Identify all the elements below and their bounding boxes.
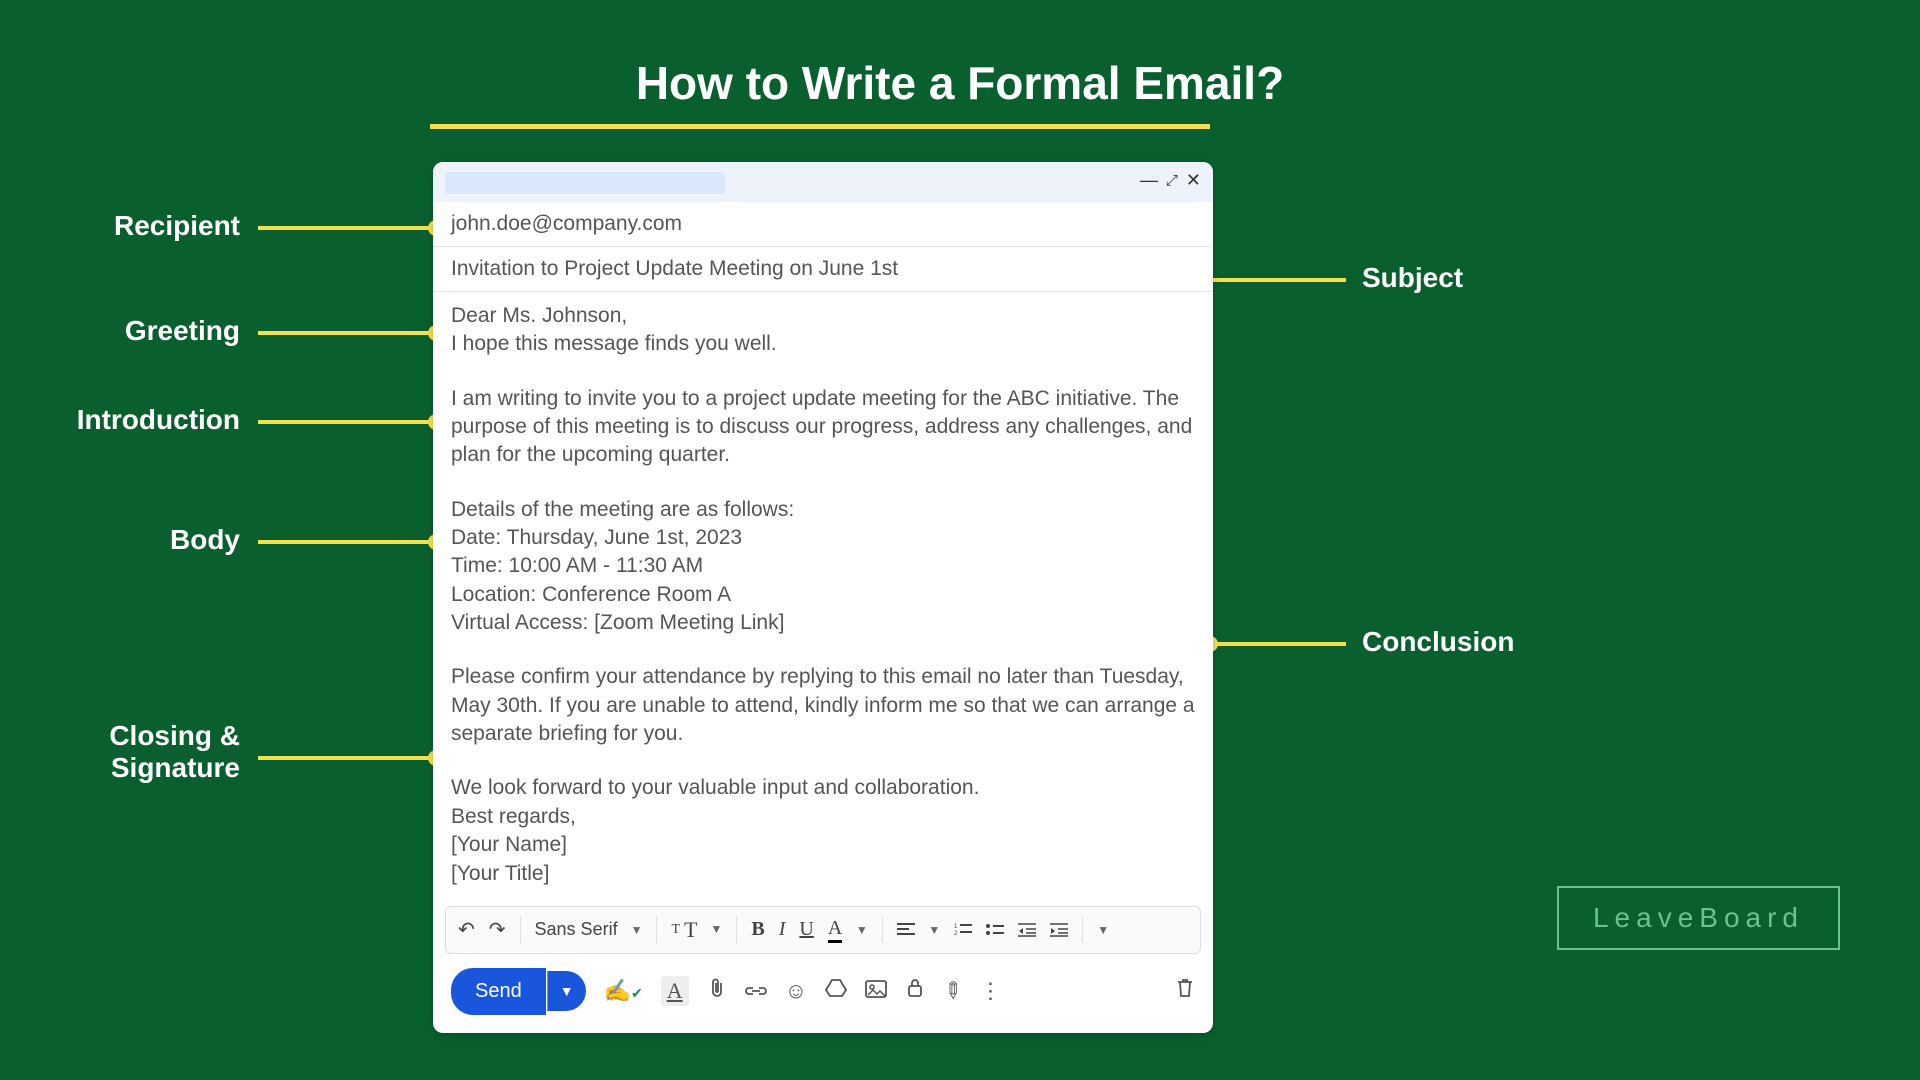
attach-icon[interactable] [707, 977, 727, 1005]
title-underline [430, 124, 1210, 129]
signature-icon[interactable]: ✎ [943, 978, 961, 1004]
closing-line: [Your Title] [451, 860, 1195, 888]
confidential-icon[interactable] [905, 977, 925, 1005]
label-conclusion: Conclusion [1362, 626, 1514, 658]
text-format-icon[interactable]: A [661, 976, 689, 1006]
svg-text:1: 1 [954, 924, 958, 930]
numbered-list-icon[interactable]: 12 [954, 923, 972, 937]
connector [258, 756, 434, 760]
send-button[interactable]: Send [451, 968, 546, 1015]
body-line: Time: 10:00 AM - 11:30 AM [451, 552, 1195, 580]
intro-paragraph: I am writing to invite you to a project … [451, 385, 1195, 470]
closing-line: [Your Name] [451, 831, 1195, 859]
email-body[interactable]: Dear Ms. Johnson, I hope this message fi… [433, 292, 1213, 902]
close-icon[interactable]: ✕ [1186, 170, 1201, 191]
indent-decrease-icon[interactable] [1018, 923, 1036, 937]
page-title: How to Write a Formal Email? [636, 56, 1284, 110]
image-icon[interactable] [865, 978, 887, 1004]
label-subject: Subject [1362, 262, 1463, 294]
compose-header: — ⤢ ✕ [433, 162, 1213, 202]
more-formatting-icon[interactable]: ▼ [1097, 923, 1109, 937]
compose-title-placeholder [445, 172, 725, 194]
label-body: Body [0, 524, 240, 556]
compose-actions: Send ▼ ✍✔ A ☺ ✎ ⋮ [433, 954, 1213, 1033]
link-icon[interactable] [745, 978, 767, 1004]
body-line: Virtual Access: [Zoom Meeting Link] [451, 609, 1195, 637]
drive-icon[interactable] [825, 978, 847, 1004]
greeting-line: I hope this message finds you well. [451, 330, 1195, 358]
indent-increase-icon[interactable] [1050, 923, 1068, 937]
conclusion-paragraph: Please confirm your attendance by replyi… [451, 663, 1195, 748]
body-line: Date: Thursday, June 1st, 2023 [451, 524, 1195, 552]
minimize-icon[interactable]: — [1140, 170, 1158, 191]
bold-icon[interactable]: B [751, 918, 764, 941]
connector [258, 226, 434, 230]
compose-window: — ⤢ ✕ john.doe@company.com Invitation to… [433, 162, 1213, 1033]
label-greeting: Greeting [0, 315, 240, 347]
body-line: Location: Conference Room A [451, 581, 1195, 609]
svg-text:2: 2 [954, 931, 958, 937]
send-options-button[interactable]: ▼ [547, 971, 586, 1011]
more-options-icon[interactable]: ⋮ [980, 978, 1002, 1004]
connector [258, 540, 434, 544]
font-family-select[interactable]: Sans Serif ▼ [535, 919, 643, 940]
label-closing: Closing & Signature [0, 720, 240, 784]
bullet-list-icon[interactable] [986, 923, 1004, 937]
label-introduction: Introduction [0, 404, 240, 436]
italic-icon[interactable]: I [779, 918, 786, 941]
brand-logo: LeaveBoard [1557, 886, 1840, 950]
closing-line: Best regards, [451, 803, 1195, 831]
body-line: Details of the meeting are as follows: [451, 496, 1195, 524]
connector [1210, 642, 1346, 646]
font-size-icon[interactable]: TT ▼ [671, 917, 722, 943]
subject-field[interactable]: Invitation to Project Update Meeting on … [433, 247, 1213, 292]
undo-icon[interactable]: ↶ [458, 917, 475, 942]
redo-icon[interactable]: ↷ [489, 917, 506, 942]
closing-line: We look forward to your valuable input a… [451, 774, 1195, 802]
spellcheck-icon[interactable]: ✍✔ [604, 978, 643, 1004]
text-color-icon[interactable]: A ▼ [828, 917, 868, 943]
connector [258, 331, 434, 335]
label-recipient: Recipient [0, 210, 240, 242]
resize-icon[interactable]: ⤢ [1166, 172, 1178, 189]
connector [258, 420, 434, 424]
greeting-line: Dear Ms. Johnson, [451, 302, 1195, 330]
formatting-toolbar: ↶ ↷ Sans Serif ▼ TT ▼ B I U A ▼ ▼ 12 ▼ [445, 906, 1201, 954]
recipient-field[interactable]: john.doe@company.com [433, 202, 1213, 247]
align-icon[interactable]: ▼ [897, 918, 940, 941]
emoji-icon[interactable]: ☺ [785, 978, 807, 1004]
underline-icon[interactable]: U [799, 918, 813, 941]
trash-icon[interactable] [1175, 977, 1195, 1005]
